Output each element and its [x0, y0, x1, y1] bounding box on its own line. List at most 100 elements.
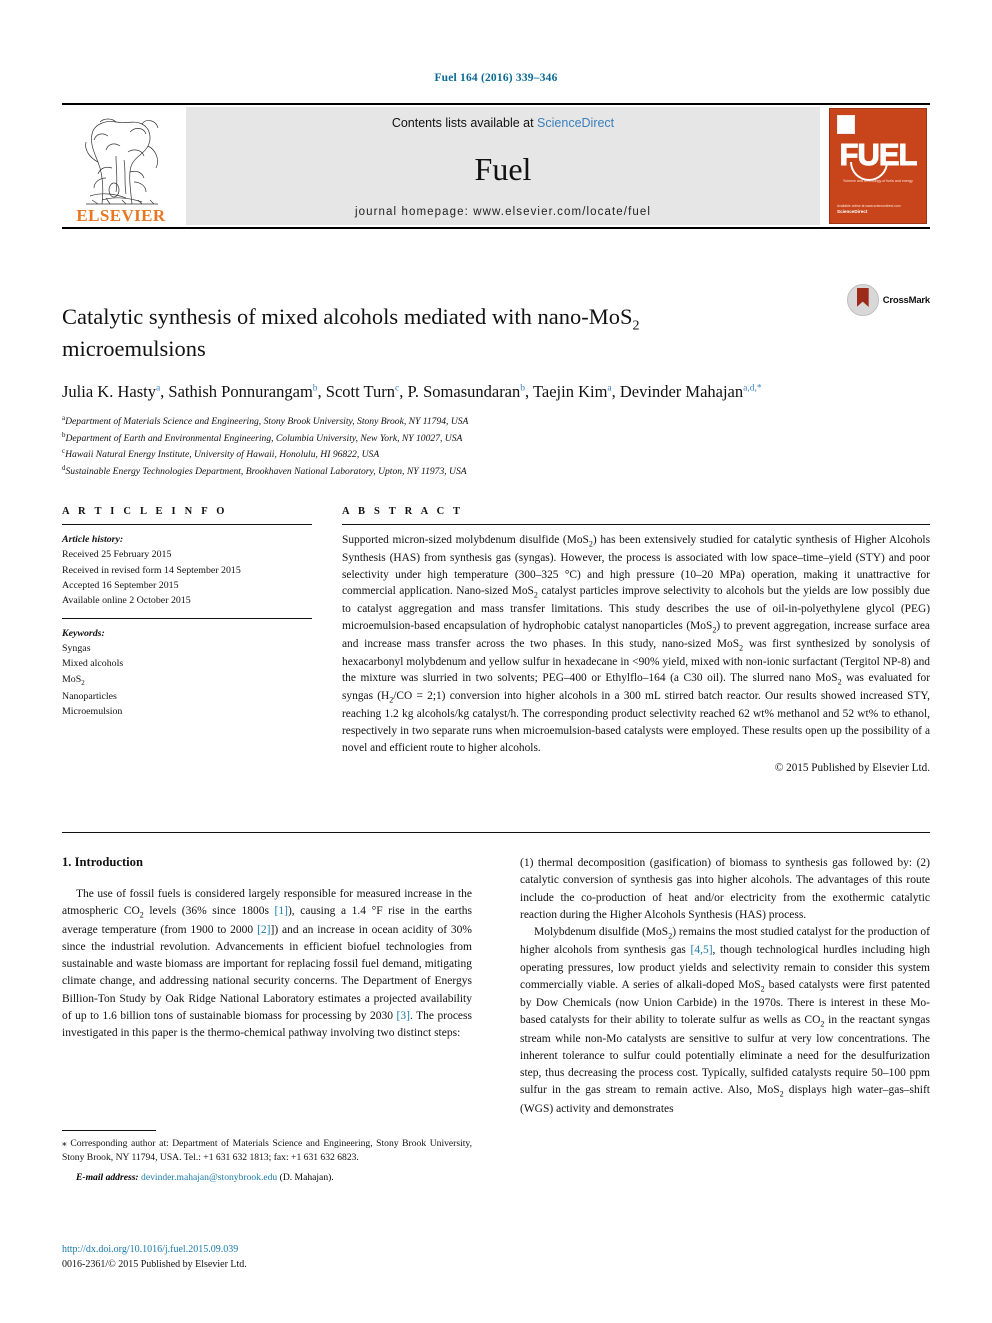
masthead-bottom-rule — [62, 227, 930, 229]
info-abstract-section: A R T I C L E I N F O Article history: R… — [62, 506, 930, 774]
author-name: Taejin Kim — [532, 382, 608, 402]
doi-block: http://dx.doi.org/10.1016/j.fuel.2015.09… — [62, 1243, 492, 1272]
article-info-heading: A R T I C L E I N F O — [62, 506, 228, 517]
journal-masthead: ELSEVIER Contents lists available at Sci… — [62, 103, 930, 229]
email-label: E-mail address: — [76, 1172, 139, 1183]
keywords-block: Keywords: Syngas Mixed alcohols MoS2 Nan… — [62, 626, 312, 720]
title-block: CrossMark Catalytic synthesis of mixed a… — [62, 284, 930, 480]
affiliation-text: Hawaii Natural Energy Institute, Univers… — [65, 449, 380, 461]
section-heading-introduction: 1. Introduction — [62, 855, 143, 869]
crossmark-badge[interactable]: CrossMark — [846, 284, 930, 316]
author-list: Julia K. Hastya, Sathish Ponnurangamb, S… — [62, 380, 822, 404]
author-sep: , — [399, 382, 408, 402]
history-item: Received in revised form 14 September 20… — [62, 564, 241, 576]
abstract-body: Supported micron-sized molybdenum disulf… — [342, 532, 930, 756]
article-info-rule — [62, 524, 312, 525]
journal-title: Fuel — [474, 151, 532, 187]
title-part-2: microemulsions — [62, 336, 206, 362]
keyword-item: Mixed alcohols — [62, 658, 124, 670]
affiliation-item: aDepartment of Materials Science and Eng… — [62, 413, 930, 430]
abstract-rule — [342, 524, 930, 525]
author-entry: Julia K. Hastya, — [62, 382, 168, 401]
author-name: Julia K. Hasty — [62, 382, 156, 402]
author-affil-mark[interactable]: a,d,* — [743, 384, 761, 394]
journal-cover-image: FUEL Science and technology of fuels and… — [829, 108, 927, 224]
history-item: Received 25 February 2015 — [62, 549, 172, 561]
keyword-item: Syngas — [62, 643, 91, 655]
body-column-left: 1. Introduction The use of fossil fuels … — [62, 855, 472, 1118]
journal-homepage[interactable]: journal homepage: www.elsevier.com/locat… — [355, 206, 651, 218]
masthead-center: Contents lists available at ScienceDirec… — [186, 107, 820, 225]
body-column-right: (1) thermal decomposition (gasification)… — [520, 855, 930, 1118]
intro-seg: Molybdenum disulfide (MoS — [534, 926, 669, 938]
email-suffix: (D. Mahajan). — [277, 1172, 334, 1183]
doi-link[interactable]: http://dx.doi.org/10.1016/j.fuel.2015.09… — [62, 1243, 492, 1258]
keyword-item: Nanoparticles — [62, 690, 117, 702]
elsevier-logo: ELSEVIER — [62, 107, 180, 225]
author-name: Devinder Mahajan — [619, 382, 744, 402]
contents-prefix: Contents lists available at — [391, 116, 538, 130]
author-entry: Scott Turnc, — [326, 382, 408, 401]
crossmark-icon — [846, 284, 879, 316]
cover-subtitle: Science and technology of fuels and ener… — [843, 179, 913, 183]
author-sep: , — [525, 382, 533, 402]
history-item: Accepted 16 September 2015 — [62, 580, 179, 592]
keywords-label: Keywords: — [62, 627, 105, 639]
article-history-label: Article history: — [62, 534, 124, 545]
paper-page: Fuel 164 (2016) 339–346 ELSEVIER Content… — [0, 0, 992, 1323]
citation-ref[interactable]: [1] — [275, 905, 288, 917]
cover-footer: Available online at www.sciencedirect.co… — [837, 204, 901, 216]
keyword-subscript: 2 — [81, 678, 85, 687]
abstract-column: A B S T R A C T Supported micron-sized m… — [342, 506, 930, 774]
intro-seg: levels (36% since 1800s — [143, 905, 275, 918]
affiliation-text: Department of Earth and Environmental En… — [65, 432, 463, 444]
intro-paragraph-right-1: (1) thermal decomposition (gasification)… — [520, 857, 930, 921]
intro-paragraph-right-2: Molybdenum disulfide (MoS2) remains the … — [520, 924, 930, 1118]
abstract-seg: Supported micron-sized molybdenum disulf… — [342, 534, 589, 546]
author-entry: Taejin Kima, — [533, 382, 620, 401]
article-info-column: A R T I C L E I N F O Article history: R… — [62, 506, 312, 774]
article-history: Article history: Received 25 February 20… — [62, 532, 312, 609]
keyword-item: MoS2 — [62, 673, 85, 687]
cover-elsevier-icon — [837, 115, 855, 134]
keyword-item: Microemulsion — [62, 705, 123, 717]
abstract-seg: /CO = 2;1) conversion into higher alcoho… — [342, 690, 931, 754]
affiliation-item: bDepartment of Earth and Environmental E… — [62, 430, 930, 447]
history-item: Available online 2 October 2015 — [62, 595, 191, 607]
author-sep: , — [611, 382, 620, 402]
masthead-top-rule — [62, 103, 930, 105]
author-name: P. Somasundaran — [407, 382, 521, 402]
page-title: Catalytic synthesis of mixed alcohols me… — [62, 303, 762, 364]
affiliation-text: Sustainable Energy Technologies Departme… — [65, 466, 467, 478]
intro-paragraph-left: The use of fossil fuels is considered la… — [62, 886, 472, 1042]
affiliation-list: aDepartment of Materials Science and Eng… — [62, 413, 930, 479]
citation-ref[interactable]: [3] — [397, 1010, 410, 1022]
email-link[interactable]: devinder.mahajan@stonybrook.edu — [141, 1172, 277, 1183]
body-separator-rule — [62, 832, 930, 833]
body-columns: 1. Introduction The use of fossil fuels … — [62, 855, 930, 1118]
affiliation-text: Department of Materials Science and Engi… — [65, 416, 469, 428]
author-entry: Sathish Ponnurangamb, — [168, 382, 325, 401]
affiliation-item: cHawaii Natural Energy Institute, Univer… — [62, 446, 930, 463]
sciencedirect-link[interactable]: ScienceDirect — [537, 116, 614, 130]
footnote-rule — [62, 1130, 156, 1131]
affiliation-item: dSustainable Energy Technologies Departm… — [62, 463, 930, 480]
cover-footer-line1: Available online at www.sciencedirect.co… — [837, 204, 901, 208]
journal-cover-block: FUEL Science and technology of fuels and… — [826, 107, 930, 225]
author-entry: Devinder Mahajana,d,* — [620, 382, 762, 401]
corresponding-author-text: Corresponding author at: Department of M… — [62, 1138, 472, 1163]
corresponding-author-note: ⁎ Corresponding author at: Department of… — [62, 1137, 472, 1165]
author-name: Scott Turn — [325, 382, 396, 402]
email-note: E-mail address: devinder.mahajan@stonybr… — [62, 1171, 472, 1185]
citation-ref[interactable]: [4,5] — [691, 944, 713, 956]
running-head: Fuel 164 (2016) 339–346 — [434, 72, 558, 84]
intro-seg: ]) and an increase in ocean acidity of 3… — [62, 923, 472, 1022]
keywords-rule — [62, 617, 312, 619]
footnote-block: ⁎ Corresponding author at: Department of… — [62, 1130, 472, 1185]
title-subscript: 2 — [632, 318, 640, 334]
abstract-heading: A B S T R A C T — [342, 506, 464, 517]
elsevier-tree-icon — [85, 118, 159, 205]
author-name: Sathish Ponnurangam — [168, 382, 313, 402]
issn-copyright: 0016-2361/© 2015 Published by Elsevier L… — [62, 1258, 247, 1270]
citation-ref[interactable]: [2] — [257, 924, 270, 936]
